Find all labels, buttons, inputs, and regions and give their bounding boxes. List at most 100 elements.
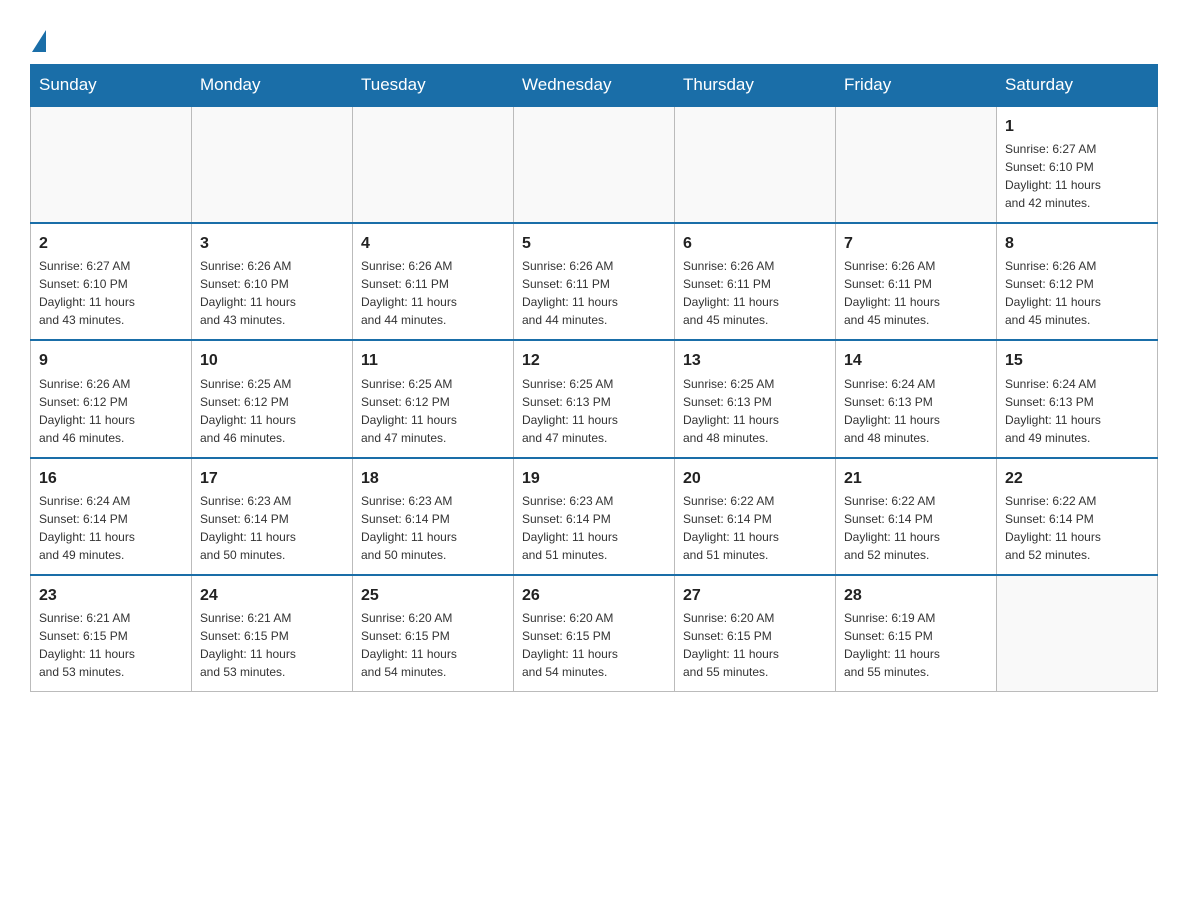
day-info: Sunrise: 6:19 AM Sunset: 6:15 PM Dayligh…	[844, 609, 988, 681]
day-number: 21	[844, 467, 988, 490]
day-info: Sunrise: 6:26 AM Sunset: 6:11 PM Dayligh…	[522, 257, 666, 329]
day-number: 2	[39, 232, 183, 255]
day-number: 28	[844, 584, 988, 607]
logo-triangle-icon	[32, 30, 46, 52]
calendar-cell: 5Sunrise: 6:26 AM Sunset: 6:11 PM Daylig…	[514, 223, 675, 340]
calendar-cell: 15 Sunrise: 6:24 AM Sunset: 6:13 PM Dayli…	[997, 340, 1158, 457]
day-number: 20	[683, 467, 827, 490]
calendar-cell	[997, 575, 1158, 692]
calendar-cell	[192, 106, 353, 223]
calendar-table: SundayMondayTuesdayWednesdayThursdayFrid…	[30, 64, 1158, 692]
day-number: 1	[1005, 115, 1149, 138]
day-info: Sunrise: 6:25 AM Sunset: 6:13 PM Dayligh…	[683, 375, 827, 447]
day-info: Sunrise: 6:26 AM Sunset: 6:12 PM Dayligh…	[1005, 257, 1149, 329]
day-info: Sunrise: 6:23 AM Sunset: 6:14 PM Dayligh…	[361, 492, 505, 564]
weekday-header-wednesday: Wednesday	[514, 65, 675, 107]
day-info: Sunrise: 6:23 AM Sunset: 6:14 PM Dayligh…	[200, 492, 344, 564]
page-header	[30, 20, 1158, 48]
calendar-cell: 1Sunrise: 6:27 AM Sunset: 6:10 PM Daylig…	[997, 106, 1158, 223]
calendar-cell: 13 Sunrise: 6:25 AM Sunset: 6:13 PM Dayli…	[675, 340, 836, 457]
day-number: 14	[844, 349, 988, 372]
calendar-cell: 22Sunrise: 6:22 AM Sunset: 6:14 PM Dayli…	[997, 458, 1158, 575]
day-info: Sunrise: 6:24 AM Sunset: 6:13 PM Dayligh…	[844, 375, 988, 447]
day-info: Sunrise: 6:22 AM Sunset: 6:14 PM Dayligh…	[844, 492, 988, 564]
day-number: 16	[39, 467, 183, 490]
calendar-cell	[353, 106, 514, 223]
day-info: Sunrise: 6:24 AM Sunset: 6:13 PM Dayligh…	[1005, 375, 1149, 447]
day-number: 3	[200, 232, 344, 255]
day-number: 19	[522, 467, 666, 490]
day-info: Sunrise: 6:21 AM Sunset: 6:15 PM Dayligh…	[200, 609, 344, 681]
day-number: 26	[522, 584, 666, 607]
day-info: Sunrise: 6:26 AM Sunset: 6:11 PM Dayligh…	[361, 257, 505, 329]
day-number: 15	[1005, 349, 1149, 372]
day-info: Sunrise: 6:20 AM Sunset: 6:15 PM Dayligh…	[361, 609, 505, 681]
week-row-2: 2Sunrise: 6:27 AM Sunset: 6:10 PM Daylig…	[31, 223, 1158, 340]
weekday-header-row: SundayMondayTuesdayWednesdayThursdayFrid…	[31, 65, 1158, 107]
day-info: Sunrise: 6:22 AM Sunset: 6:14 PM Dayligh…	[1005, 492, 1149, 564]
day-number: 23	[39, 584, 183, 607]
calendar-cell: 10 Sunrise: 6:25 AM Sunset: 6:12 PM Dayli…	[192, 340, 353, 457]
calendar-cell: 4Sunrise: 6:26 AM Sunset: 6:11 PM Daylig…	[353, 223, 514, 340]
calendar-cell: 3Sunrise: 6:26 AM Sunset: 6:10 PM Daylig…	[192, 223, 353, 340]
day-number: 8	[1005, 232, 1149, 255]
calendar-cell: 19Sunrise: 6:23 AM Sunset: 6:14 PM Dayli…	[514, 458, 675, 575]
day-number: 6	[683, 232, 827, 255]
day-number: 22	[1005, 467, 1149, 490]
day-number: 13	[683, 349, 827, 372]
day-info: Sunrise: 6:26 AM Sunset: 6:10 PM Dayligh…	[200, 257, 344, 329]
day-info: Sunrise: 6:27 AM Sunset: 6:10 PM Dayligh…	[39, 257, 183, 329]
day-info: Sunrise: 6:23 AM Sunset: 6:14 PM Dayligh…	[522, 492, 666, 564]
day-info: Sunrise: 6:26 AM Sunset: 6:11 PM Dayligh…	[844, 257, 988, 329]
day-number: 12	[522, 349, 666, 372]
calendar-cell: 24Sunrise: 6:21 AM Sunset: 6:15 PM Dayli…	[192, 575, 353, 692]
day-number: 17	[200, 467, 344, 490]
weekday-header-monday: Monday	[192, 65, 353, 107]
calendar-cell: 16Sunrise: 6:24 AM Sunset: 6:14 PM Dayli…	[31, 458, 192, 575]
calendar-cell: 26Sunrise: 6:20 AM Sunset: 6:15 PM Dayli…	[514, 575, 675, 692]
day-number: 25	[361, 584, 505, 607]
week-row-4: 16Sunrise: 6:24 AM Sunset: 6:14 PM Dayli…	[31, 458, 1158, 575]
calendar-cell: 6Sunrise: 6:26 AM Sunset: 6:11 PM Daylig…	[675, 223, 836, 340]
calendar-cell: 20Sunrise: 6:22 AM Sunset: 6:14 PM Dayli…	[675, 458, 836, 575]
day-number: 5	[522, 232, 666, 255]
calendar-cell: 23Sunrise: 6:21 AM Sunset: 6:15 PM Dayli…	[31, 575, 192, 692]
day-info: Sunrise: 6:26 AM Sunset: 6:12 PM Dayligh…	[39, 375, 183, 447]
day-info: Sunrise: 6:26 AM Sunset: 6:11 PM Dayligh…	[683, 257, 827, 329]
calendar-cell: 14 Sunrise: 6:24 AM Sunset: 6:13 PM Dayli…	[836, 340, 997, 457]
calendar-cell	[514, 106, 675, 223]
day-info: Sunrise: 6:22 AM Sunset: 6:14 PM Dayligh…	[683, 492, 827, 564]
calendar-cell: 27Sunrise: 6:20 AM Sunset: 6:15 PM Dayli…	[675, 575, 836, 692]
calendar-cell: 2Sunrise: 6:27 AM Sunset: 6:10 PM Daylig…	[31, 223, 192, 340]
day-number: 7	[844, 232, 988, 255]
day-info: Sunrise: 6:27 AM Sunset: 6:10 PM Dayligh…	[1005, 140, 1149, 212]
calendar-cell	[675, 106, 836, 223]
day-number: 24	[200, 584, 344, 607]
day-info: Sunrise: 6:24 AM Sunset: 6:14 PM Dayligh…	[39, 492, 183, 564]
calendar-cell: 28Sunrise: 6:19 AM Sunset: 6:15 PM Dayli…	[836, 575, 997, 692]
weekday-header-tuesday: Tuesday	[353, 65, 514, 107]
day-info: Sunrise: 6:25 AM Sunset: 6:12 PM Dayligh…	[200, 375, 344, 447]
day-number: 18	[361, 467, 505, 490]
calendar-cell: 18Sunrise: 6:23 AM Sunset: 6:14 PM Dayli…	[353, 458, 514, 575]
weekday-header-thursday: Thursday	[675, 65, 836, 107]
weekday-header-saturday: Saturday	[997, 65, 1158, 107]
calendar-cell: 8Sunrise: 6:26 AM Sunset: 6:12 PM Daylig…	[997, 223, 1158, 340]
calendar-cell: 25Sunrise: 6:20 AM Sunset: 6:15 PM Dayli…	[353, 575, 514, 692]
day-number: 10	[200, 349, 344, 372]
day-info: Sunrise: 6:20 AM Sunset: 6:15 PM Dayligh…	[683, 609, 827, 681]
calendar-cell	[31, 106, 192, 223]
logo	[30, 20, 46, 48]
day-info: Sunrise: 6:21 AM Sunset: 6:15 PM Dayligh…	[39, 609, 183, 681]
week-row-1: 1Sunrise: 6:27 AM Sunset: 6:10 PM Daylig…	[31, 106, 1158, 223]
calendar-cell: 9 Sunrise: 6:26 AM Sunset: 6:12 PM Daylig…	[31, 340, 192, 457]
day-info: Sunrise: 6:25 AM Sunset: 6:13 PM Dayligh…	[522, 375, 666, 447]
calendar-cell: 12 Sunrise: 6:25 AM Sunset: 6:13 PM Dayli…	[514, 340, 675, 457]
calendar-cell: 11Sunrise: 6:25 AM Sunset: 6:12 PM Dayli…	[353, 340, 514, 457]
day-number: 9	[39, 349, 183, 372]
week-row-3: 9 Sunrise: 6:26 AM Sunset: 6:12 PM Daylig…	[31, 340, 1158, 457]
calendar-cell: 7Sunrise: 6:26 AM Sunset: 6:11 PM Daylig…	[836, 223, 997, 340]
week-row-5: 23Sunrise: 6:21 AM Sunset: 6:15 PM Dayli…	[31, 575, 1158, 692]
day-info: Sunrise: 6:25 AM Sunset: 6:12 PM Dayligh…	[361, 375, 505, 447]
calendar-cell: 21Sunrise: 6:22 AM Sunset: 6:14 PM Dayli…	[836, 458, 997, 575]
